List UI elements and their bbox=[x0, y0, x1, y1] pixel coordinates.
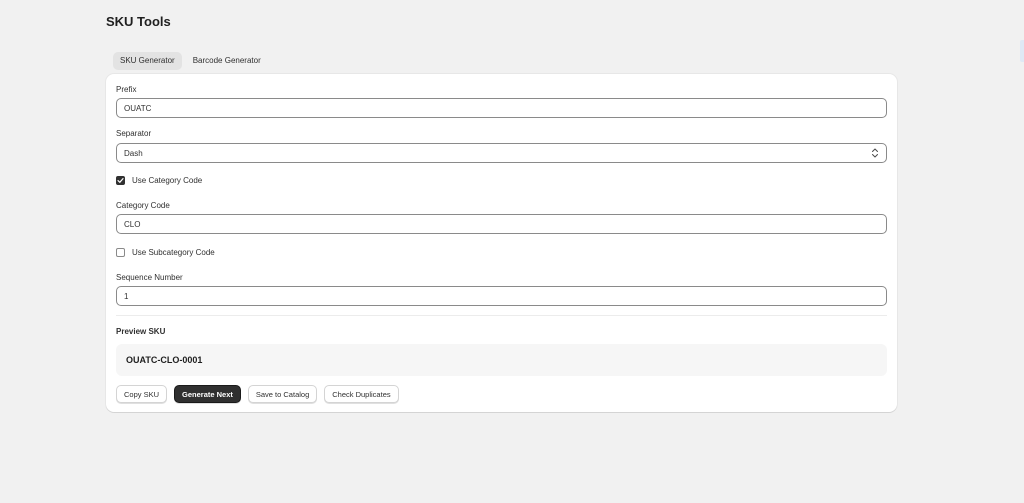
tab-bar: SKU Generator Barcode Generator bbox=[113, 52, 268, 70]
use-category-checkbox[interactable] bbox=[116, 176, 125, 185]
category-code-value: CLO bbox=[124, 219, 141, 229]
tab-sku-generator[interactable]: SKU Generator bbox=[113, 52, 182, 70]
use-category-label: Use Category Code bbox=[132, 176, 203, 185]
select-chevron-icon bbox=[872, 148, 878, 158]
use-subcategory-checkbox-row[interactable]: Use Subcategory Code bbox=[116, 248, 215, 257]
prefix-input[interactable]: OUATC bbox=[116, 98, 887, 118]
separator-select[interactable]: Dash bbox=[116, 143, 887, 163]
use-category-checkbox-row[interactable]: Use Category Code bbox=[116, 176, 202, 185]
preview-sku-label: Preview SKU bbox=[116, 327, 166, 336]
action-bar: Copy SKU Generate Next Save to Catalog C… bbox=[116, 385, 399, 403]
sequence-number-input[interactable]: 1 bbox=[116, 286, 887, 306]
section-divider bbox=[116, 315, 887, 316]
prefix-value: OUATC bbox=[124, 103, 152, 113]
use-subcategory-checkbox[interactable] bbox=[116, 248, 125, 257]
tab-barcode-generator[interactable]: Barcode Generator bbox=[186, 52, 268, 70]
check-duplicates-button[interactable]: Check Duplicates bbox=[324, 385, 399, 403]
copy-sku-button[interactable]: Copy SKU bbox=[116, 385, 168, 403]
checkmark-icon bbox=[117, 178, 124, 183]
prefix-label: Prefix bbox=[116, 85, 137, 94]
sequence-number-value: 1 bbox=[124, 291, 129, 301]
separator-value: Dash bbox=[124, 148, 143, 158]
sequence-number-label: Sequence Number bbox=[116, 273, 183, 282]
category-code-label: Category Code bbox=[116, 201, 170, 210]
page-title: SKU Tools bbox=[106, 14, 171, 29]
use-subcategory-label: Use Subcategory Code bbox=[132, 248, 215, 257]
sku-generator-card: Prefix OUATC Separator Dash Use Category… bbox=[106, 74, 897, 412]
save-to-catalog-button[interactable]: Save to Catalog bbox=[247, 385, 318, 403]
scrollbar-thumb[interactable] bbox=[1020, 40, 1024, 62]
category-code-input[interactable]: CLO bbox=[116, 214, 887, 234]
preview-sku-value: OUATC-CLO-0001 bbox=[126, 355, 203, 365]
generate-next-button[interactable]: Generate Next bbox=[174, 385, 241, 403]
preview-sku-box: OUATC-CLO-0001 bbox=[116, 344, 887, 376]
separator-label: Separator bbox=[116, 129, 152, 138]
